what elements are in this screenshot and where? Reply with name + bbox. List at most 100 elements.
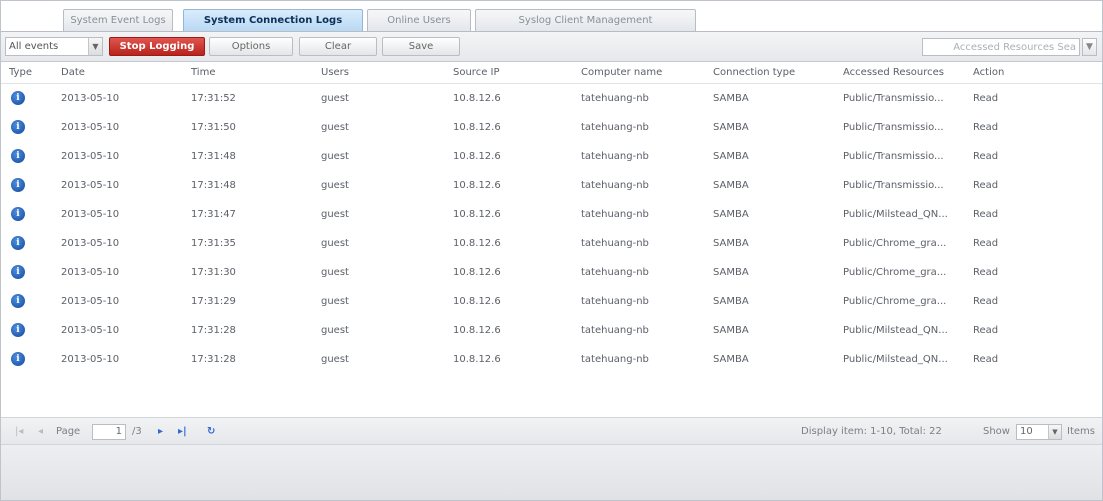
table-row[interactable]: i 2013-05-10 17:31:48 guest 10.8.12.6 tatehua…	[1, 171, 1102, 200]
page-label: Page	[56, 426, 81, 437]
cell-accessed-resource: Public/Chrome_gra...	[843, 296, 947, 307]
cell-connection-type: SAMBA	[713, 325, 749, 336]
cell-accessed-resource: Public/Transmissio...	[843, 151, 944, 162]
cell-connection-type: SAMBA	[713, 93, 749, 104]
column-header-connection-type[interactable]: Connection type	[713, 62, 795, 84]
table-row[interactable]: i 2013-05-10 17:31:35 guest 10.8.12.6 tatehua…	[1, 229, 1102, 258]
log-table-body: i 2013-05-10 17:31:52 guest 10.8.12.6 tatehua…	[1, 84, 1102, 374]
column-header-accessed-resources[interactable]: Accessed Resources	[843, 62, 944, 84]
toolbar: All events ▼ Stop Logging Options Clear …	[1, 32, 1102, 62]
cell-user: guest	[321, 180, 349, 191]
table-row[interactable]: i 2013-05-10 17:31:30 guest 10.8.12.6 tatehua…	[1, 258, 1102, 287]
table-row[interactable]: i 2013-05-10 17:31:48 guest 10.8.12.6 tatehua…	[1, 142, 1102, 171]
items-label: Items	[1067, 426, 1095, 437]
cell-user: guest	[321, 122, 349, 133]
cell-date: 2013-05-10	[61, 151, 120, 162]
cell-date: 2013-05-10	[61, 209, 120, 220]
cell-action: Read	[973, 267, 999, 278]
cell-action: Read	[973, 209, 999, 220]
table-row[interactable]: i 2013-05-10 17:31:29 guest 10.8.12.6 tatehua…	[1, 287, 1102, 316]
tab-online-users[interactable]: Online Users	[367, 9, 471, 31]
search-input[interactable]: Accessed Resources Sea	[922, 38, 1080, 56]
info-icon: i	[11, 323, 25, 337]
cell-source-ip: 10.8.12.6	[453, 122, 501, 133]
column-header-type[interactable]: Type	[9, 62, 32, 84]
table-row[interactable]: i 2013-05-10 17:31:28 guest 10.8.12.6 tatehua…	[1, 345, 1102, 374]
cell-user: guest	[321, 93, 349, 104]
next-page-icon[interactable]: ▸	[158, 418, 163, 446]
cell-connection-type: SAMBA	[713, 151, 749, 162]
info-icon: i	[11, 149, 25, 163]
options-button[interactable]: Options	[209, 37, 293, 56]
tab-system-connection-logs[interactable]: System Connection Logs	[183, 9, 363, 31]
cell-date: 2013-05-10	[61, 296, 120, 307]
chevron-down-icon[interactable]: ▼	[1048, 425, 1061, 439]
tab-syslog-client-management[interactable]: Syslog Client Management	[475, 9, 696, 31]
cell-action: Read	[973, 238, 999, 249]
total-pages-label: /3	[132, 426, 142, 437]
cell-action: Read	[973, 151, 999, 162]
stop-logging-button[interactable]: Stop Logging	[109, 37, 205, 56]
column-header-source-ip[interactable]: Source IP	[453, 62, 500, 84]
cell-computer-name: tatehuang-nb	[581, 151, 649, 162]
info-icon: i	[11, 236, 25, 250]
cell-action: Read	[973, 325, 999, 336]
info-icon: i	[11, 294, 25, 308]
cell-source-ip: 10.8.12.6	[453, 151, 501, 162]
column-header-date[interactable]: Date	[61, 62, 85, 84]
cell-accessed-resource: Public/Milstead_QN...	[843, 354, 948, 365]
cell-user: guest	[321, 267, 349, 278]
cell-source-ip: 10.8.12.6	[453, 93, 501, 104]
cell-source-ip: 10.8.12.6	[453, 325, 501, 336]
cell-user: guest	[321, 238, 349, 249]
page-number-input[interactable]: 1	[92, 424, 126, 440]
save-button[interactable]: Save	[382, 37, 460, 56]
cell-date: 2013-05-10	[61, 238, 120, 249]
column-header-action[interactable]: Action	[973, 62, 1004, 84]
column-header-users[interactable]: Users	[321, 62, 349, 84]
cell-computer-name: tatehuang-nb	[581, 122, 649, 133]
cell-action: Read	[973, 180, 999, 191]
previous-page-icon[interactable]: ◂	[38, 418, 43, 446]
search-dropdown-icon[interactable]: ▼	[1082, 38, 1097, 56]
items-per-page-value: 10	[1020, 426, 1033, 437]
cell-computer-name: tatehuang-nb	[581, 238, 649, 249]
cell-connection-type: SAMBA	[713, 296, 749, 307]
cell-action: Read	[973, 296, 999, 307]
cell-action: Read	[973, 93, 999, 104]
column-header-time[interactable]: Time	[191, 62, 215, 84]
event-filter-select[interactable]: All events ▼	[5, 37, 103, 56]
tab-system-event-logs[interactable]: System Event Logs	[63, 9, 173, 31]
clear-button[interactable]: Clear	[299, 37, 377, 56]
info-icon: i	[11, 120, 25, 134]
cell-source-ip: 10.8.12.6	[453, 267, 501, 278]
cell-source-ip: 10.8.12.6	[453, 209, 501, 220]
display-item-summary: Display item: 1-10, Total: 22	[801, 426, 942, 437]
cell-time: 17:31:30	[191, 267, 236, 278]
cell-accessed-resource: Public/Milstead_QN...	[843, 325, 948, 336]
cell-date: 2013-05-10	[61, 354, 120, 365]
refresh-icon[interactable]: ↻	[207, 418, 215, 446]
cell-time: 17:31:35	[191, 238, 236, 249]
table-row[interactable]: i 2013-05-10 17:31:50 guest 10.8.12.6 tatehua…	[1, 113, 1102, 142]
cell-user: guest	[321, 296, 349, 307]
table-row[interactable]: i 2013-05-10 17:31:28 guest 10.8.12.6 tatehua…	[1, 316, 1102, 345]
cell-source-ip: 10.8.12.6	[453, 296, 501, 307]
cell-connection-type: SAMBA	[713, 238, 749, 249]
items-per-page-select[interactable]: 10 ▼	[1016, 424, 1062, 440]
table-header: Type Date Time Users Source IP Computer …	[1, 62, 1102, 84]
cell-time: 17:31:28	[191, 354, 236, 365]
info-icon: i	[11, 91, 25, 105]
table-row[interactable]: i 2013-05-10 17:31:52 guest 10.8.12.6 tatehua…	[1, 84, 1102, 113]
first-page-icon[interactable]: |◂	[15, 418, 23, 446]
table-row[interactable]: i 2013-05-10 17:31:47 guest 10.8.12.6 tatehua…	[1, 200, 1102, 229]
cell-user: guest	[321, 151, 349, 162]
cell-date: 2013-05-10	[61, 93, 120, 104]
cell-time: 17:31:28	[191, 325, 236, 336]
last-page-icon[interactable]: ▸|	[178, 418, 187, 446]
connection-logs-window: System Event Logs System Connection Logs…	[0, 0, 1103, 501]
cell-computer-name: tatehuang-nb	[581, 325, 649, 336]
pagination-bar: |◂ ◂ Page 1 /3 ▸ ▸| ↻ Display item: 1-10…	[1, 417, 1102, 445]
column-header-computer-name[interactable]: Computer name	[581, 62, 662, 84]
chevron-down-icon[interactable]: ▼	[88, 38, 102, 55]
